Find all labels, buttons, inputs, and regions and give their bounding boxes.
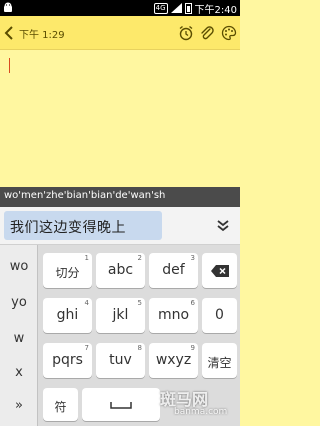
note-editor[interactable]	[0, 50, 240, 187]
key-tuv[interactable]: tuv 8	[96, 343, 145, 378]
syllable-option[interactable]: x	[0, 355, 38, 391]
chevron-left-icon	[4, 26, 13, 40]
symbols-key[interactable]: 符	[43, 388, 78, 421]
key-label: abc	[107, 262, 134, 278]
back-button[interactable]	[4, 24, 18, 42]
key-label: jkl	[112, 307, 129, 323]
key-number: 1	[84, 254, 89, 262]
palette-icon[interactable]	[221, 25, 237, 41]
status-bar: 4G 下午2:40	[0, 0, 240, 16]
backspace-icon	[210, 264, 229, 277]
key-label: tuv	[109, 352, 132, 368]
key-label: 切分	[55, 266, 80, 280]
sim-indicator: 4G	[153, 2, 168, 14]
composing-text: wo'men'zhe'bian'bian'de'wan'sh	[4, 190, 166, 201]
more-syllables-button[interactable]: »	[0, 388, 38, 424]
backspace-key[interactable]	[202, 253, 237, 288]
pinyin-syllable-column: wo yo w x »	[0, 245, 38, 426]
key-number: 4	[84, 299, 89, 307]
key-label: 0	[215, 307, 224, 323]
android-notification-icon	[4, 2, 12, 12]
key-number: 3	[190, 254, 195, 262]
clear-key[interactable]: 清空	[202, 343, 237, 378]
key-number: 9	[190, 344, 195, 352]
key-label: 清空	[207, 356, 232, 370]
key-number: 7	[84, 344, 89, 352]
key-def[interactable]: def 3	[149, 253, 198, 288]
attachment-icon[interactable]	[199, 25, 215, 41]
key-label: ghi	[56, 307, 79, 323]
ime-keyboard: wo yo w x » 切分 1 abc 2 def 3 ghi 4 jkl 5…	[0, 245, 240, 426]
space-key[interactable]	[82, 388, 160, 421]
key-zero[interactable]: 0	[202, 298, 237, 333]
candidate-text: 我们这边变得晚上	[10, 220, 126, 236]
key-split[interactable]: 切分 1	[43, 253, 92, 288]
syllable-option[interactable]: w	[0, 321, 38, 357]
key-mno[interactable]: mno 6	[149, 298, 198, 333]
note-header: 下午 1:29	[0, 16, 240, 50]
text-cursor	[9, 58, 10, 73]
key-label: mno	[157, 307, 190, 323]
candidate-bar: 我们这边变得晚上	[0, 207, 240, 245]
pinyin-composing-bar: wo'men'zhe'bian'bian'de'wan'sh	[0, 187, 240, 207]
expand-candidates-chevron-down-icon[interactable]	[213, 218, 233, 234]
candidate-word[interactable]: 我们这边变得晚上	[4, 211, 162, 240]
key-label: wxyz	[155, 352, 192, 368]
key-label: 符	[54, 400, 67, 414]
key-abc[interactable]: abc 2	[96, 253, 145, 288]
space-bar-icon	[110, 401, 132, 409]
status-time: 下午2:40	[194, 4, 237, 16]
key-ghi[interactable]: ghi 4	[43, 298, 92, 333]
key-number: 8	[137, 344, 142, 352]
key-wxyz[interactable]: wxyz 9	[149, 343, 198, 378]
key-number: 5	[137, 299, 142, 307]
key-number: 6	[190, 299, 195, 307]
key-pqrs[interactable]: pqrs 7	[43, 343, 92, 378]
key-number: 2	[137, 254, 142, 262]
syllable-option[interactable]: yo	[0, 285, 38, 321]
alarm-clock-icon[interactable]	[178, 25, 194, 41]
syllable-option[interactable]: wo	[0, 249, 38, 285]
battery-icon	[184, 2, 192, 14]
note-timestamp: 下午 1:29	[19, 30, 65, 41]
key-jkl[interactable]: jkl 5	[96, 298, 145, 333]
key-label: pqrs	[52, 352, 83, 368]
key-label: def	[162, 262, 185, 278]
signal-icon	[170, 3, 182, 13]
